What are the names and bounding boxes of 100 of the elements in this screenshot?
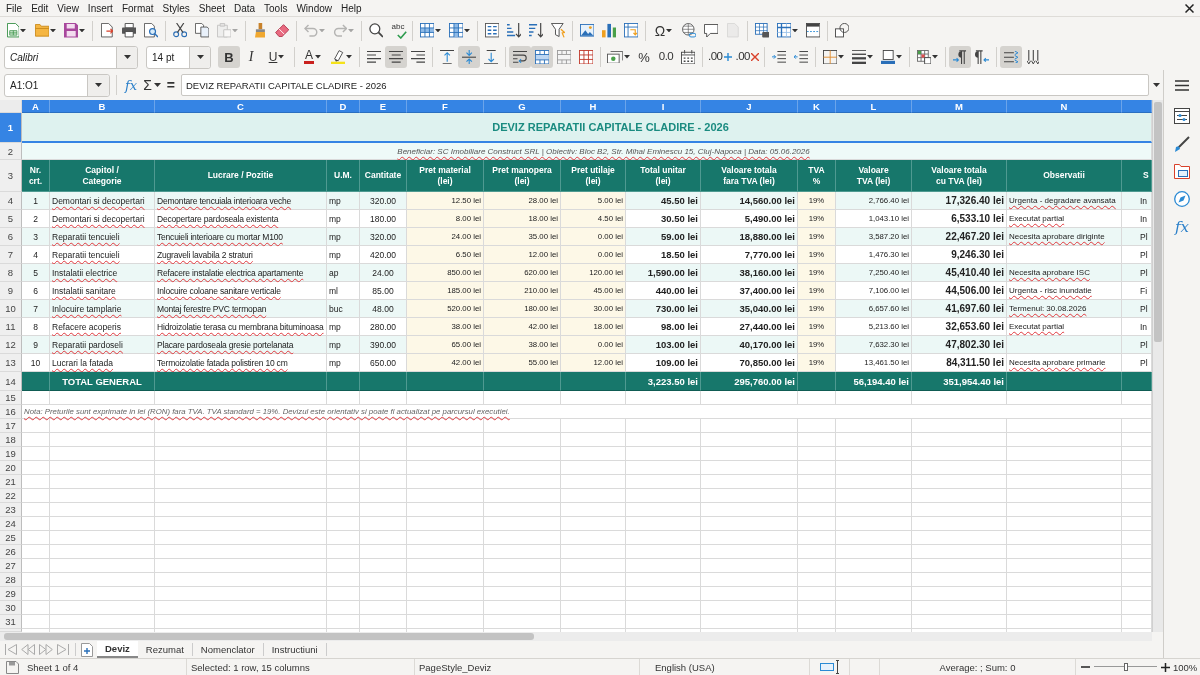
row-header[interactable]: 4 — [0, 192, 22, 210]
row-header[interactable]: 27 — [0, 559, 22, 573]
percent-format-button[interactable]: % — [633, 46, 655, 68]
align-center-button[interactable] — [385, 46, 407, 68]
properties-icon[interactable] — [1174, 108, 1190, 124]
scrollbar-thumb[interactable] — [1154, 102, 1162, 342]
row-header[interactable]: 13 — [0, 354, 22, 372]
menu-icon[interactable] — [1175, 80, 1189, 91]
column-header[interactable]: E — [360, 100, 407, 113]
brush-icon[interactable] — [1174, 136, 1190, 152]
row-header[interactable]: 14 — [0, 372, 22, 391]
menu-item[interactable]: Window — [291, 2, 337, 14]
add-sheet-icon[interactable] — [81, 642, 93, 657]
row-header[interactable]: 20 — [0, 461, 22, 475]
row-header[interactable]: 16 — [0, 405, 22, 419]
row-header[interactable]: 19 — [0, 447, 22, 461]
scrollbar-thumb[interactable] — [4, 633, 534, 640]
underline-button[interactable]: U — [262, 46, 291, 68]
functions-button[interactable]: fx — [1175, 219, 1189, 235]
menu-item[interactable]: Data — [229, 2, 260, 14]
row-header[interactable]: 18 — [0, 433, 22, 447]
row-header[interactable]: 5 — [0, 210, 22, 228]
row-header[interactable]: 6 — [0, 228, 22, 246]
center-vertically-button[interactable] — [458, 46, 480, 68]
row-header[interactable]: 28 — [0, 573, 22, 587]
column-header[interactable]: N — [1007, 100, 1122, 113]
formula-input-field[interactable]: DEVIZ REPARATII CAPITALE CLADIRE - 2026 — [181, 74, 1149, 96]
sheet-tab[interactable]: Nomenclator — [192, 641, 263, 658]
vertical-scrollbar[interactable] — [1152, 100, 1163, 632]
row-header[interactable]: 29 — [0, 587, 22, 601]
row-header[interactable]: 11 — [0, 318, 22, 336]
menu-item[interactable]: Help — [336, 2, 367, 14]
sum-button[interactable]: Σ — [140, 74, 164, 96]
sheet-tab[interactable]: Deviz — [97, 641, 138, 658]
function-wizard-button[interactable]: fx — [122, 74, 141, 96]
row-header[interactable]: 26 — [0, 545, 22, 559]
add-decimal-button[interactable]: .00 — [706, 46, 734, 68]
column-header[interactable]: M — [912, 100, 1007, 113]
row-header[interactable]: 9 — [0, 282, 22, 300]
column-header[interactable]: H — [561, 100, 626, 113]
menu-item[interactable]: Insert — [83, 2, 118, 14]
horizontal-text-button[interactable] — [1000, 46, 1022, 68]
row-header[interactable]: 25 — [0, 531, 22, 545]
column-header[interactable]: J — [701, 100, 798, 113]
column-header[interactable]: D — [327, 100, 360, 113]
number-format-button[interactable]: 0.0 — [655, 46, 677, 68]
column-header[interactable]: I — [626, 100, 701, 113]
font-color-button[interactable]: A — [298, 46, 327, 68]
column-header[interactable]: C — [155, 100, 327, 113]
menu-item[interactable]: View — [52, 2, 84, 14]
row-header[interactable]: 22 — [0, 489, 22, 503]
row-header[interactable]: 10 — [0, 300, 22, 318]
image-folder-icon[interactable] — [1174, 164, 1190, 179]
row-header[interactable]: 31 — [0, 615, 22, 629]
zoom-in-icon[interactable] — [1161, 662, 1170, 672]
zoom-slider[interactable] — [1094, 662, 1157, 672]
row-header[interactable]: 24 — [0, 517, 22, 531]
italic-button[interactable]: I — [240, 46, 262, 68]
sheet-tab[interactable]: Rezumat — [137, 641, 192, 658]
menu-item[interactable]: Styles — [158, 2, 195, 14]
row-header[interactable]: 23 — [0, 503, 22, 517]
menu-item[interactable]: File — [1, 2, 27, 14]
delete-decimal-button[interactable]: .00 — [733, 46, 761, 68]
wrap-text-button[interactable] — [509, 46, 531, 68]
menu-item[interactable]: Tools — [259, 2, 292, 14]
sheet-tab[interactable]: Instructiuni — [263, 641, 326, 658]
menu-item[interactable]: Sheet — [194, 2, 230, 14]
menu-item[interactable]: Edit — [26, 2, 53, 14]
row-header[interactable]: 12 — [0, 336, 22, 354]
left-to-right-button[interactable] — [949, 46, 971, 68]
font-size-combobox[interactable]: 14 pt — [146, 45, 211, 69]
row-header[interactable]: 21 — [0, 475, 22, 489]
bold-button[interactable]: B — [218, 46, 240, 68]
column-header[interactable]: F — [407, 100, 484, 113]
selection-mode-icon[interactable] — [820, 660, 840, 674]
row-header[interactable]: 17 — [0, 419, 22, 433]
column-header[interactable]: A — [22, 100, 50, 113]
column-header[interactable]: K — [798, 100, 836, 113]
row-header[interactable]: 2 — [0, 143, 22, 160]
row-header[interactable]: 1 — [0, 113, 22, 143]
column-header[interactable]: G — [484, 100, 561, 113]
spelling-button[interactable]: abc — [387, 19, 409, 42]
horizontal-scrollbar[interactable] — [0, 632, 1152, 641]
row-header[interactable]: 7 — [0, 246, 22, 264]
row-header[interactable]: 3 — [0, 160, 22, 192]
caret-icon[interactable] — [1152, 83, 1160, 87]
column-header[interactable]: B — [50, 100, 155, 113]
compass-icon[interactable] — [1174, 191, 1190, 207]
menu-item[interactable]: Format — [117, 2, 159, 14]
special-character-button[interactable]: Ω — [649, 19, 678, 42]
column-header[interactable]: L — [836, 100, 912, 113]
formula-button[interactable]: = — [163, 74, 178, 96]
name-box[interactable]: A1:O1 — [4, 73, 110, 97]
row-header[interactable]: 15 — [0, 391, 22, 405]
slider-thumb[interactable] — [1123, 663, 1128, 671]
font-name-combobox[interactable]: Calibri — [4, 45, 138, 69]
row-header[interactable]: 30 — [0, 601, 22, 615]
row-header[interactable]: 8 — [0, 264, 22, 282]
merge-center-button[interactable] — [531, 46, 553, 68]
close-icon[interactable] — [1185, 3, 1194, 13]
